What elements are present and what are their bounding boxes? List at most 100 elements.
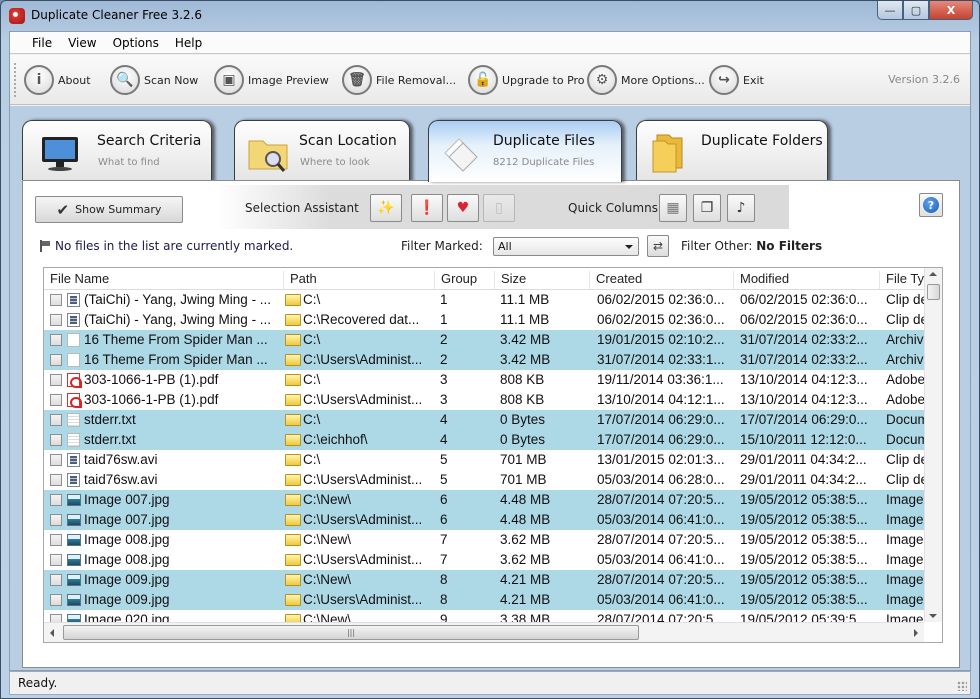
image-preview-button[interactable]: ▣ Image Preview — [214, 64, 329, 96]
row-checkbox[interactable] — [50, 314, 62, 326]
vertical-scroll-thumb[interactable] — [927, 284, 940, 300]
vertical-scrollbar[interactable] — [924, 268, 942, 622]
maximize-button[interactable]: ▢ — [903, 1, 929, 20]
cell-created: 31/07/2014 02:33:1... — [597, 352, 725, 367]
table-row[interactable]: taid76sw.avi C:\Users\Administ... 5 701 MB 0… — [44, 470, 924, 490]
row-checkbox[interactable] — [50, 514, 62, 526]
row-checkbox[interactable] — [50, 334, 62, 346]
column-header-created[interactable]: Created — [590, 271, 734, 289]
info-icon: i — [24, 65, 54, 95]
cell-modified: 29/01/2011 04:34:2... — [740, 472, 867, 487]
cell-filetype: Imagen — [886, 492, 924, 507]
about-button[interactable]: i About — [24, 64, 91, 96]
table-row[interactable]: 16 Theme From Spider Man ... C:\ 2 3.42 MB 1… — [44, 330, 924, 350]
row-checkbox[interactable] — [50, 574, 62, 586]
quick-columns-table-button[interactable]: ▦ — [659, 194, 687, 222]
filter-marked-select[interactable]: All — [493, 237, 639, 256]
menu-view[interactable]: View — [60, 36, 104, 50]
quick-columns-window-button[interactable]: ❐ — [693, 194, 721, 222]
column-header-file-type[interactable]: File Ty — [880, 271, 930, 289]
scroll-right-icon[interactable] — [914, 629, 918, 637]
table-row[interactable]: stderr.txt C:\eichhof\ 4 0 Bytes 17/07/2014 … — [44, 430, 924, 450]
tab-scan-location[interactable]: Scan Location Where to look — [234, 120, 410, 182]
blank-file-icon — [67, 333, 80, 347]
folder-icon — [285, 394, 301, 406]
table-row[interactable]: (TaiChi) - Yang, Jwing Ming - ... C:\ 1 11.… — [44, 290, 924, 310]
minimize-button[interactable]: — — [877, 1, 903, 20]
column-header-path[interactable]: Path — [284, 271, 435, 289]
more-options-button[interactable]: ⚙ More Options... — [587, 64, 705, 96]
tab-duplicate-files[interactable]: Duplicate Files 8212 Duplicate Files — [428, 120, 622, 182]
row-checkbox[interactable] — [50, 534, 62, 546]
exit-button[interactable]: ↪ Exit — [709, 64, 764, 96]
table-row[interactable]: 303-1066-1-PB (1).pdf C:\ 3 808 KB 19/11/201… — [44, 370, 924, 390]
table-row[interactable]: Image 008.jpg C:\Users\Administ... 7 3.62 M… — [44, 550, 924, 570]
tab-duplicate-folders[interactable]: Duplicate Folders — [636, 120, 828, 182]
selection-warning-button[interactable]: ❗ — [411, 194, 443, 222]
row-checkbox[interactable] — [50, 434, 62, 446]
toolbar-grip[interactable] — [14, 63, 16, 97]
scroll-up-icon[interactable] — [929, 272, 937, 276]
table-row[interactable]: Image 008.jpg C:\New\ 7 3.62 MB 28/07/2014 0… — [44, 530, 924, 550]
app-icon — [9, 8, 25, 24]
refresh-icon: ⇄ — [652, 239, 664, 253]
cell-size: 701 MB — [500, 452, 547, 467]
row-checkbox[interactable] — [50, 294, 62, 306]
show-summary-button[interactable]: ✔ Show Summary — [35, 196, 183, 223]
row-checkbox[interactable] — [50, 354, 62, 366]
table-row[interactable]: 16 Theme From Spider Man ... C:\Users\Adm… — [44, 350, 924, 370]
row-checkbox[interactable] — [50, 474, 62, 486]
marked-status: No files in the list are currently marke… — [39, 239, 293, 253]
menu-file[interactable]: File — [24, 36, 60, 50]
row-checkbox[interactable] — [50, 414, 62, 426]
table-row[interactable]: taid76sw.avi C:\ 5 701 MB 13/01/2015 02:01:3… — [44, 450, 924, 470]
row-checkbox[interactable] — [50, 454, 62, 466]
table-row[interactable]: 303-1066-1-PB (1).pdf C:\Users\Administ..… — [44, 390, 924, 410]
table-row[interactable]: stderr.txt C:\ 4 0 Bytes 17/07/2014 06:29:0.… — [44, 410, 924, 430]
horizontal-scroll-thumb[interactable]: ||| — [63, 625, 639, 640]
scan-now-label: Scan Now — [144, 73, 199, 87]
table-row[interactable]: Image 007.jpg C:\Users\Administ... 6 4.48 M… — [44, 510, 924, 530]
scan-now-button[interactable]: 🔍 Scan Now — [110, 64, 198, 96]
scroll-left-icon[interactable] — [50, 629, 54, 637]
horizontal-scrollbar[interactable]: ||| — [44, 622, 924, 642]
column-header-size[interactable]: Size — [495, 271, 590, 289]
quick-columns-music-button[interactable]: ♪ — [727, 194, 755, 222]
selection-document-button[interactable]: ▯ — [483, 194, 515, 222]
selection-folder-button[interactable]: ♥ — [447, 194, 479, 222]
help-button[interactable]: ? — [919, 193, 943, 217]
cell-created: 28/07/2014 07:20:5... — [597, 572, 725, 587]
cell-created: 28/07/2014 07:20:5... — [597, 532, 725, 547]
table-row[interactable]: Image 009.jpg C:\New\ 8 4.21 MB 28/07/2014 0… — [44, 570, 924, 590]
row-checkbox[interactable] — [50, 554, 62, 566]
folder-icon — [285, 494, 301, 506]
tab-subtitle: Where to look — [300, 157, 370, 168]
scroll-down-icon[interactable] — [929, 614, 937, 618]
folder-icon — [285, 474, 301, 486]
table-row[interactable]: Image 007.jpg C:\New\ 6 4.48 MB 28/07/2014 0… — [44, 490, 924, 510]
tab-search-criteria[interactable]: Search Criteria What to find — [22, 120, 212, 182]
column-header-file-name[interactable]: File Name — [44, 271, 284, 289]
row-checkbox[interactable] — [50, 374, 62, 386]
selection-wizard-button[interactable]: ✨ — [370, 194, 402, 222]
resize-grip[interactable] — [957, 681, 967, 691]
row-checkbox[interactable] — [50, 594, 62, 606]
cell-size: 4.21 MB — [500, 572, 551, 587]
close-button[interactable]: X — [929, 1, 973, 20]
video-file-icon — [67, 453, 80, 467]
upgrade-to-pro-button[interactable]: 🔓 Upgrade to Pro — [468, 64, 585, 96]
cell-name: stderr.txt — [84, 432, 136, 447]
row-checkbox[interactable] — [50, 394, 62, 406]
table-row[interactable]: Image 009.jpg C:\Users\Administ... 8 4.21 M… — [44, 590, 924, 610]
table-row[interactable]: (TaiChi) - Yang, Jwing Ming - ... C:\Reco… — [44, 310, 924, 330]
refresh-filter-button[interactable]: ⇄ — [647, 235, 669, 257]
image-file-icon — [67, 514, 81, 526]
title-bar[interactable]: Duplicate Cleaner Free 3.2.6 — ▢ X — [1, 1, 979, 31]
folder-icon — [285, 334, 301, 346]
column-header-group[interactable]: Group — [435, 271, 495, 289]
file-removal-button[interactable]: 🗑 File Removal... — [342, 64, 456, 96]
row-checkbox[interactable] — [50, 494, 62, 506]
column-header-modified[interactable]: Modified — [734, 271, 880, 289]
menu-help[interactable]: Help — [167, 36, 210, 50]
menu-options[interactable]: Options — [105, 36, 167, 50]
